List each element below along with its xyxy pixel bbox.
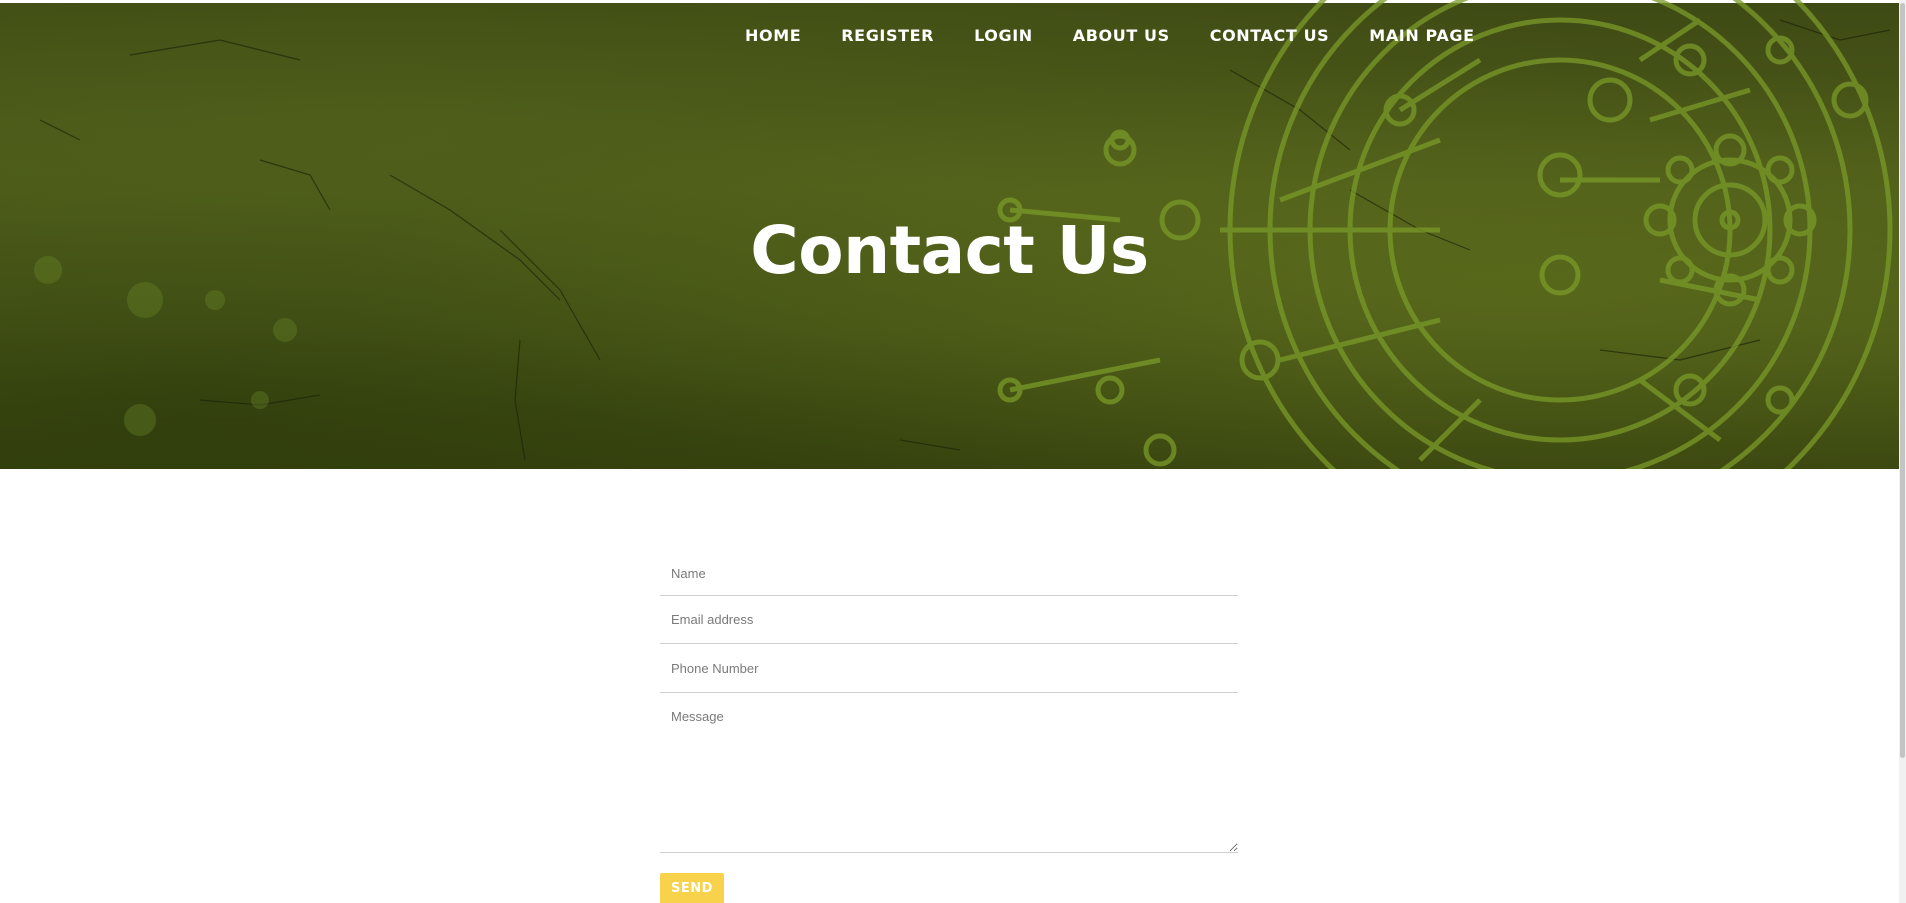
send-button[interactable]: SEND [660, 873, 724, 903]
scrollbar[interactable] [1899, 0, 1906, 903]
message-field[interactable] [660, 693, 1238, 853]
nav-main-page-link[interactable]: MAIN PAGE [1369, 26, 1474, 45]
nav-register-link[interactable]: REGISTER [841, 26, 934, 45]
nav-about-us-link[interactable]: ABOUT US [1073, 26, 1170, 45]
nav-contact-us-link[interactable]: CONTACT US [1210, 26, 1330, 45]
page-title: Contact Us [750, 212, 1149, 289]
nav-login-link[interactable]: LOGIN [974, 26, 1033, 45]
page: HOME REGISTER LOGIN ABOUT US CONTACT US … [0, 0, 1906, 903]
email-field[interactable] [660, 596, 1238, 644]
main-nav: HOME REGISTER LOGIN ABOUT US CONTACT US … [745, 26, 1475, 45]
nav-home-link[interactable]: HOME [745, 26, 801, 45]
hero-banner: HOME REGISTER LOGIN ABOUT US CONTACT US … [0, 0, 1899, 469]
scrollbar-thumb[interactable] [1900, 3, 1905, 758]
contact-form: SEND [660, 552, 1238, 903]
phone-field[interactable] [660, 644, 1238, 693]
name-field[interactable] [660, 552, 1238, 596]
